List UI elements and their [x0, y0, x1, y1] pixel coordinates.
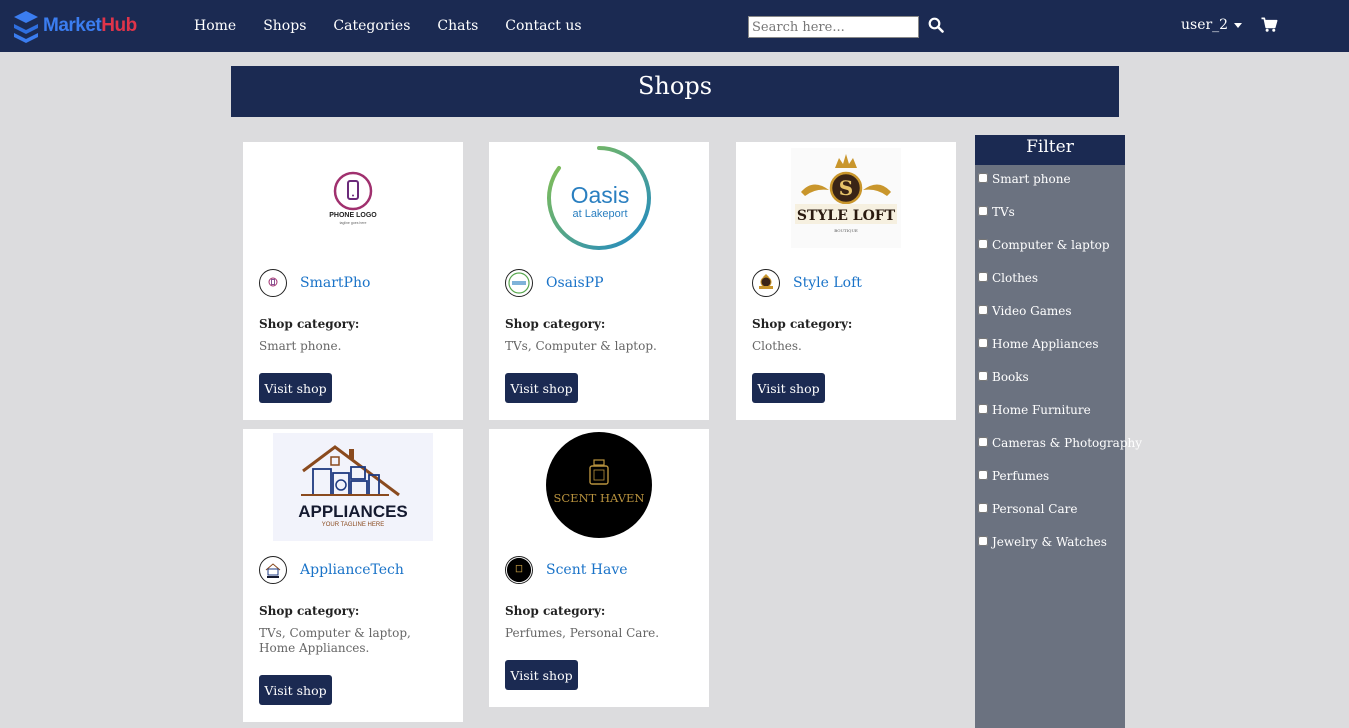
nav-contact[interactable]: Contact us — [505, 18, 581, 34]
svg-text:at Lakeport: at Lakeport — [572, 208, 627, 220]
shop-card: Oasis at Lakeport OsaisPP Shop category:… — [489, 142, 709, 420]
avatar — [259, 556, 287, 584]
shop-category-label: Shop category: — [259, 317, 360, 331]
brand-logo[interactable]: MarketHub — [12, 8, 137, 44]
visit-shop-button[interactable]: Visit shop — [259, 373, 332, 403]
shop-logo-image: SCENT HAVEN — [489, 429, 709, 541]
filter-checkbox[interactable] — [978, 536, 988, 546]
shop-name-link[interactable]: Scent Have — [546, 562, 628, 578]
filter-option-computer-laptop[interactable]: Computer & laptop — [978, 238, 1110, 252]
shop-category-label: Shop category: — [505, 317, 606, 331]
shop-category-label: Shop category: — [259, 604, 360, 618]
filter-checkbox[interactable] — [978, 173, 988, 183]
filter-checkbox[interactable] — [978, 305, 988, 315]
shop-category-value: TVs, Computer & laptop. — [505, 339, 657, 353]
filter-option-cameras[interactable]: Cameras & Photography — [978, 436, 1142, 450]
svg-text:SCENT HAVEN: SCENT HAVEN — [554, 491, 645, 505]
avatar — [505, 556, 533, 584]
shop-name-link[interactable]: OsaisPP — [546, 275, 604, 291]
user-menu[interactable]: user_2 — [1181, 17, 1243, 33]
filter-option-perfumes[interactable]: Perfumes — [978, 469, 1049, 483]
visit-shop-button[interactable]: Visit shop — [259, 675, 332, 705]
svg-text:BOUTIQUE: BOUTIQUE — [834, 228, 858, 233]
filter-title: Filter — [975, 135, 1125, 165]
filter-option-books[interactable]: Books — [978, 370, 1029, 384]
brand-name: MarketHub — [43, 15, 137, 36]
shop-logo-image: PHONE LOGO tagline goes here — [243, 142, 463, 254]
shop-card-header: SmartPho — [259, 269, 370, 297]
filter-option-home-appliances[interactable]: Home Appliances — [978, 337, 1099, 351]
layers-icon — [14, 11, 38, 43]
user-name: user_2 — [1181, 17, 1229, 33]
shop-card: S STYLE LOFT BOUTIQUE Style Loft Shop ca… — [736, 142, 956, 420]
svg-text:STYLE LOFT: STYLE LOFT — [797, 208, 896, 224]
filter-option-jewelry-watches[interactable]: Jewelry & Watches — [978, 535, 1107, 549]
shop-card: SCENT HAVEN Scent Have Shop category: Pe… — [489, 429, 709, 707]
shop-category-value: Clothes. — [752, 339, 802, 353]
shop-category-value: Perfumes, Personal Care. — [505, 626, 660, 640]
navbar: MarketHub Home Shops Categories Chats Co… — [0, 0, 1349, 52]
filter-option-clothes[interactable]: Clothes — [978, 271, 1038, 285]
filter-panel: Filter Smart phone TVs Computer & laptop… — [975, 135, 1142, 728]
svg-text:Oasis: Oasis — [571, 182, 630, 208]
nav-links: Home Shops Categories Chats Contact us — [194, 0, 609, 52]
shop-category-value: Smart phone. — [259, 339, 342, 353]
filter-option-home-furniture[interactable]: Home Furniture — [978, 403, 1091, 417]
shop-name-link[interactable]: ApplianceTech — [300, 562, 404, 578]
avatar — [259, 269, 287, 297]
shop-card: APPLIANCES YOUR TAGLINE HERE ApplianceTe… — [243, 429, 463, 722]
visit-shop-button[interactable]: Visit shop — [505, 660, 578, 690]
shop-card: PHONE LOGO tagline goes here SmartPho Sh… — [243, 142, 463, 420]
search-icon[interactable] — [928, 17, 944, 33]
shop-category-label: Shop category: — [505, 604, 606, 618]
visit-shop-button[interactable]: Visit shop — [752, 373, 825, 403]
nav-home[interactable]: Home — [194, 18, 236, 34]
shop-name-link[interactable]: Style Loft — [793, 275, 862, 291]
filter-option-personal-care[interactable]: Personal Care — [978, 502, 1077, 516]
page-header: Shops — [231, 66, 1119, 117]
shop-name-link[interactable]: SmartPho — [300, 275, 370, 291]
filter-checkbox[interactable] — [978, 437, 988, 447]
filter-checkbox[interactable] — [978, 338, 988, 348]
filter-checkbox[interactable] — [978, 272, 988, 282]
visit-shop-button[interactable]: Visit shop — [505, 373, 578, 403]
page-title: Shops — [637, 72, 713, 100]
cart-icon[interactable] — [1261, 17, 1278, 33]
filter-checkbox[interactable] — [978, 503, 988, 513]
svg-text:APPLIANCES: APPLIANCES — [298, 502, 408, 521]
shop-card-header: Scent Have — [505, 556, 628, 584]
filter-option-smart-phone[interactable]: Smart phone — [978, 172, 1071, 186]
avatar — [505, 269, 533, 297]
nav-shops[interactable]: Shops — [263, 18, 306, 34]
filter-checkbox[interactable] — [978, 404, 988, 414]
filter-option-video-games[interactable]: Video Games — [978, 304, 1072, 318]
filter-checkbox[interactable] — [978, 206, 988, 216]
shop-logo-image: Oasis at Lakeport — [489, 142, 709, 254]
shop-logo-image: S STYLE LOFT BOUTIQUE — [736, 142, 956, 254]
filter-checkbox[interactable] — [978, 239, 988, 249]
shop-category-label: Shop category: — [752, 317, 853, 331]
svg-text:PHONE LOGO: PHONE LOGO — [329, 212, 377, 219]
svg-text:S: S — [839, 176, 853, 200]
chevron-down-icon — [1234, 23, 1243, 28]
svg-text:YOUR TAGLINE HERE: YOUR TAGLINE HERE — [322, 522, 384, 528]
nav-chats[interactable]: Chats — [437, 18, 478, 34]
shop-logo-image: APPLIANCES YOUR TAGLINE HERE — [243, 429, 463, 541]
nav-categories[interactable]: Categories — [333, 18, 410, 34]
svg-text:tagline goes here: tagline goes here — [340, 221, 367, 225]
shop-card-header: ApplianceTech — [259, 556, 404, 584]
avatar — [752, 269, 780, 297]
filter-checkbox[interactable] — [978, 371, 988, 381]
search-input[interactable] — [748, 16, 919, 38]
filter-checkbox[interactable] — [978, 470, 988, 480]
filter-option-tvs[interactable]: TVs — [978, 205, 1015, 219]
shop-card-header: Style Loft — [752, 269, 862, 297]
shop-card-header: OsaisPP — [505, 269, 604, 297]
shop-category-value: TVs, Computer & laptop, Home Appliances. — [259, 626, 411, 655]
